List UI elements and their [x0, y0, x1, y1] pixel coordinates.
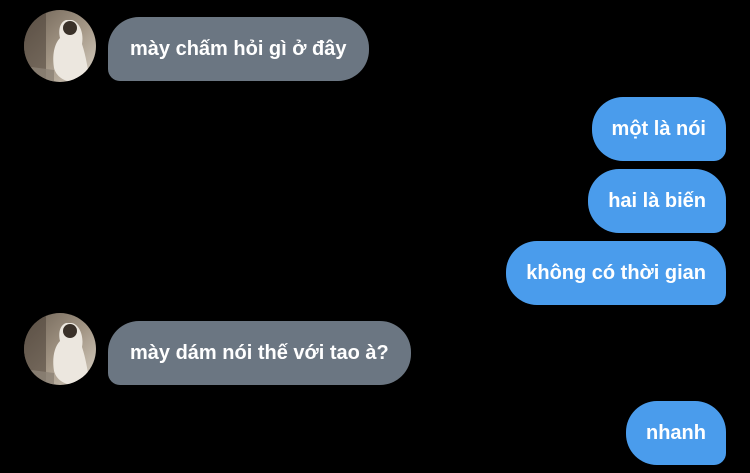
- contact-avatar[interactable]: [24, 313, 96, 385]
- message-bubble-incoming[interactable]: mày dám nói thế với tao à?: [108, 321, 411, 385]
- message-text: mày dám nói thế với tao à?: [130, 341, 389, 364]
- message-text: không có thời gian: [526, 261, 706, 284]
- message-bubble-incoming[interactable]: mày chấm hỏi gì ở đây: [108, 17, 369, 81]
- message-text: một là nói: [611, 117, 706, 140]
- contact-avatar[interactable]: [24, 10, 96, 82]
- message-bubble-outgoing[interactable]: không có thời gian: [506, 241, 726, 305]
- message-text: hai là biến: [608, 189, 706, 212]
- message-bubble-outgoing[interactable]: một là nói: [591, 97, 726, 161]
- avatar-photo-icon: [24, 10, 96, 82]
- message-bubble-outgoing[interactable]: nhanh: [626, 401, 726, 465]
- message-text: nhanh: [646, 421, 706, 444]
- message-text: mày chấm hỏi gì ở đây: [130, 37, 347, 60]
- message-bubble-outgoing[interactable]: hai là biến: [588, 169, 726, 233]
- avatar-photo-icon: [24, 313, 96, 385]
